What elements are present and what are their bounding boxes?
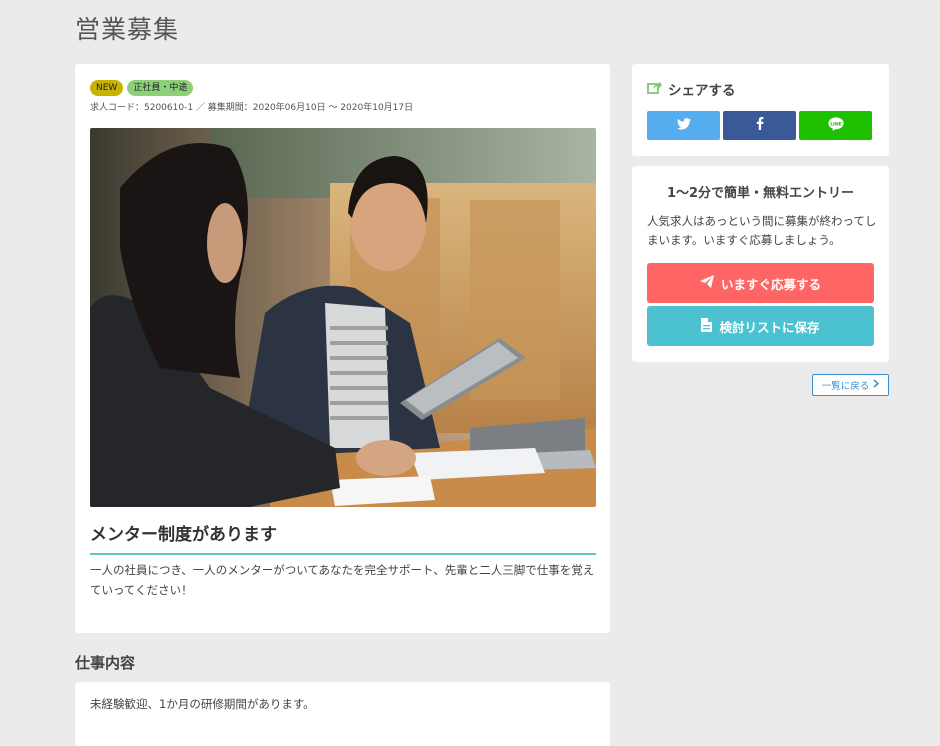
save-label: 検討リストに保存 (719, 319, 820, 335)
employment-type-badge: 正社員・中途 (127, 80, 194, 96)
save-to-list-button[interactable]: 検討リストに保存 (647, 306, 874, 346)
share-heading: シェアする (647, 79, 736, 99)
share-card: シェアする LINE (632, 64, 889, 156)
work-section-title: 仕事内容 (75, 654, 136, 672)
job-card: NEW 正社員・中途 求人コード：5200610-1 ／ 募集期間：2020年0… (75, 64, 610, 633)
job-meta: 求人コード：5200610-1 ／ 募集期間：2020年06月10日 〜 202… (90, 103, 414, 113)
entry-description: 人気求人はあっという間に募集が終わってしまいます。いますぐ応募しましょう。 (647, 214, 877, 247)
work-text: 未経験歓迎、1か月の研修期間があります。 (90, 697, 315, 711)
facebook-icon (756, 116, 764, 134)
chevron-right-icon (873, 379, 880, 391)
tag-list: NEW 正社員・中途 (90, 80, 194, 96)
facebook-share-button[interactable] (723, 111, 796, 140)
section-heading: メンター制度があります (90, 520, 596, 555)
entry-title: 1〜2分で簡単・無料エントリー (666, 186, 855, 201)
page-title: 営業募集 (75, 15, 180, 44)
new-badge: NEW (90, 80, 124, 96)
paper-plane-icon (699, 275, 714, 291)
back-to-list-link[interactable]: 一覧に戻る (812, 374, 889, 396)
work-card: 未経験歓迎、1か月の研修期間があります。 (75, 682, 610, 746)
entry-card: 1〜2分で簡単・無料エントリー 人気求人はあっという間に募集が終わってしまいます… (632, 166, 889, 362)
svg-text:LINE: LINE (830, 121, 842, 127)
line-icon: LINE (827, 116, 844, 135)
twitter-icon (676, 117, 691, 134)
section-text: 一人の社員につき、一人のメンターがついてあなたを完全サポート、先輩と二人三脚で仕… (90, 563, 595, 597)
apply-button[interactable]: いますぐ応募する (647, 263, 874, 303)
share-icon (647, 81, 662, 98)
document-icon (701, 317, 713, 335)
share-buttons: LINE (647, 111, 872, 140)
job-photo (90, 128, 596, 507)
back-label: 一覧に戻る (821, 381, 870, 392)
apply-label: いますぐ応募する (720, 276, 821, 292)
line-share-button[interactable]: LINE (799, 111, 872, 140)
share-title: シェアする (668, 83, 736, 99)
twitter-share-button[interactable] (647, 111, 720, 140)
